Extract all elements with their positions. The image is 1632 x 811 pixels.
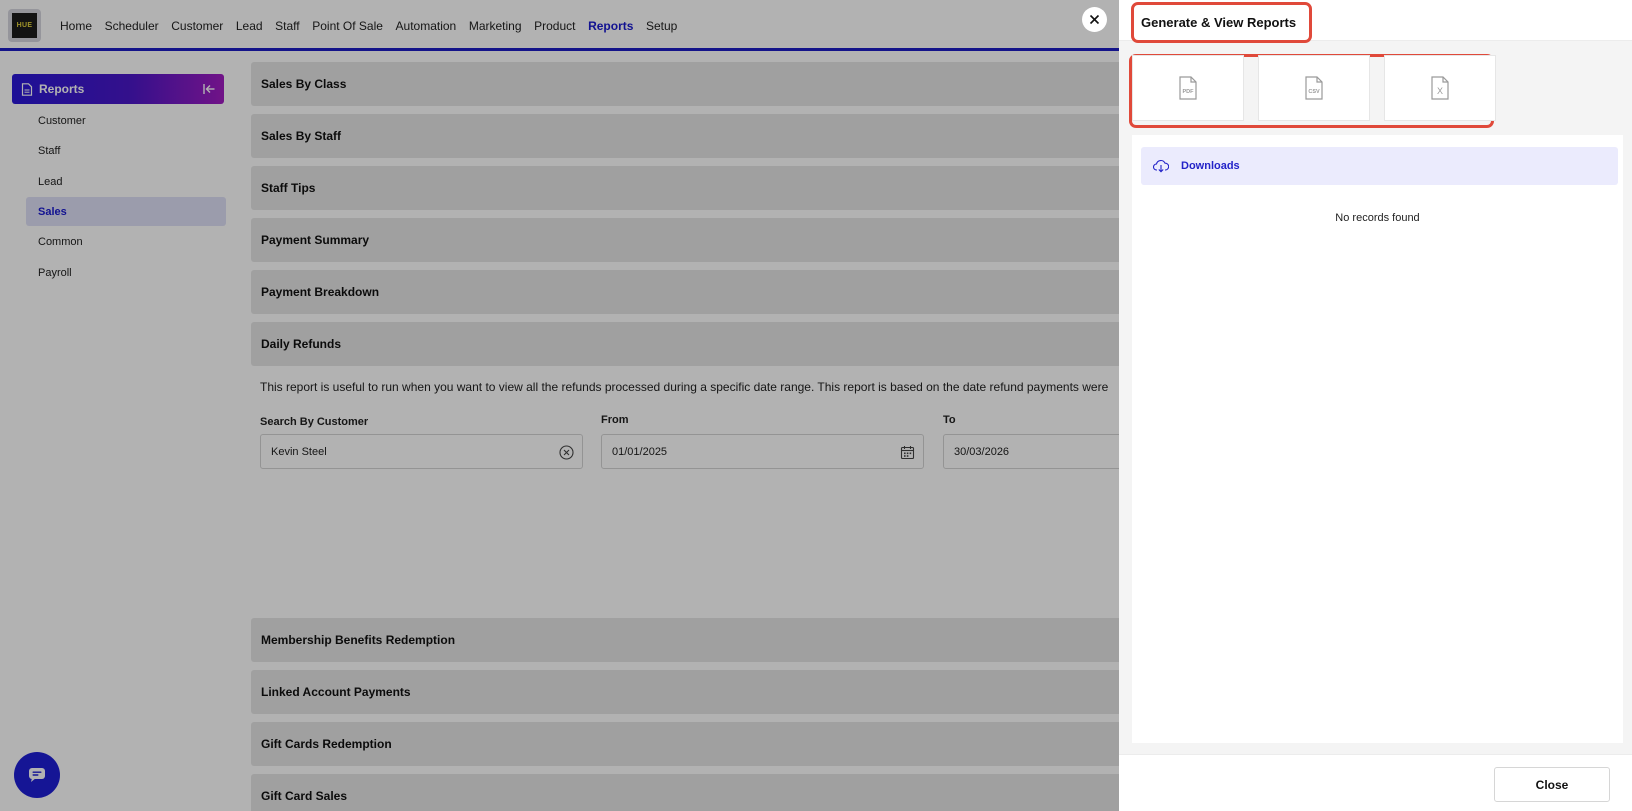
panel-footer: Close bbox=[1119, 754, 1632, 811]
downloads-section: Downloads No records found bbox=[1132, 135, 1623, 743]
close-icon bbox=[1089, 14, 1100, 25]
close-panel-button[interactable] bbox=[1082, 7, 1107, 32]
close-button[interactable]: Close bbox=[1494, 767, 1610, 802]
downloads-header[interactable]: Downloads bbox=[1141, 147, 1618, 185]
excel-icon-label: X bbox=[1437, 86, 1443, 96]
pdf-icon-label: PDF bbox=[1183, 89, 1195, 95]
generate-reports-panel: Generate & View Reports PDF CSV X Downlo… bbox=[1119, 0, 1632, 811]
pdf-file-icon: PDF bbox=[1179, 76, 1197, 100]
export-csv-button[interactable]: CSV bbox=[1258, 55, 1370, 121]
csv-icon-label: CSV bbox=[1308, 89, 1320, 95]
cloud-download-icon bbox=[1153, 159, 1169, 173]
panel-header: Generate & View Reports bbox=[1119, 0, 1632, 43]
excel-file-icon: X bbox=[1431, 76, 1449, 100]
panel-title: Generate & View Reports bbox=[1131, 2, 1312, 43]
downloads-label: Downloads bbox=[1181, 160, 1240, 172]
no-records-message: No records found bbox=[1335, 212, 1420, 224]
csv-file-icon: CSV bbox=[1305, 76, 1323, 100]
export-excel-button[interactable]: X bbox=[1384, 55, 1496, 121]
export-pdf-button[interactable]: PDF bbox=[1132, 55, 1244, 121]
modal-backdrop[interactable] bbox=[0, 0, 1119, 811]
